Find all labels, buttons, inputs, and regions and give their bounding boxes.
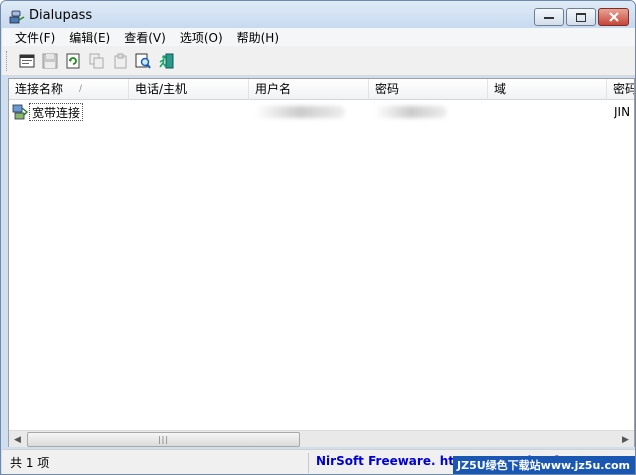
phone-cell bbox=[135, 103, 245, 121]
title-bar[interactable]: Dialupass bbox=[1, 1, 635, 31]
status-divider bbox=[308, 453, 309, 473]
toolbar-grip bbox=[6, 51, 9, 71]
column-label: 密码 bbox=[375, 82, 400, 96]
app-window: Dialupass 文件(F) 编辑(E) 查看(V) 选项(O) 帮助(H) bbox=[0, 0, 636, 475]
sort-ascending-icon: ∕ bbox=[79, 84, 83, 94]
menu-edit[interactable]: 编辑(E) bbox=[62, 29, 117, 46]
close-button[interactable] bbox=[598, 8, 629, 26]
column-phone-host[interactable]: 电话/主机 bbox=[129, 79, 249, 100]
maximize-button[interactable] bbox=[566, 8, 596, 26]
clipboard-icon bbox=[114, 53, 127, 69]
menu-view[interactable]: 查看(V) bbox=[117, 29, 173, 46]
copy-button[interactable] bbox=[88, 52, 106, 70]
menu-bar: 文件(F) 编辑(E) 查看(V) 选项(O) 帮助(H) bbox=[2, 28, 635, 46]
watermark-banner: JZ5U绿色下载站www.jz5u.com bbox=[453, 456, 635, 474]
column-label: 电话/主机 bbox=[135, 82, 188, 96]
menu-help[interactable]: 帮助(H) bbox=[230, 29, 286, 46]
column-username[interactable]: 用户名 bbox=[249, 79, 369, 100]
search-icon bbox=[135, 53, 151, 69]
close-icon bbox=[608, 12, 619, 22]
extra-cell: JIN bbox=[614, 105, 631, 119]
column-header: 连接名称 ∕ 电话/主机 用户名 密码 域 密码 bbox=[9, 79, 634, 100]
redacted-password bbox=[375, 106, 447, 118]
exit-door-icon bbox=[159, 53, 174, 69]
window-title: Dialupass bbox=[29, 8, 93, 23]
refresh-button[interactable] bbox=[64, 52, 82, 70]
window-icon bbox=[19, 54, 35, 68]
toolbar bbox=[2, 46, 635, 76]
properties-button[interactable] bbox=[18, 52, 36, 70]
scroll-right-icon[interactable]: ▶ bbox=[617, 431, 634, 448]
table-row[interactable]: 宽带连接 JIN bbox=[9, 102, 634, 122]
column-label: 用户名 bbox=[255, 82, 292, 96]
refresh-icon bbox=[66, 53, 80, 69]
column-connection-name[interactable]: 连接名称 ∕ bbox=[9, 79, 129, 100]
horizontal-scrollbar[interactable]: ◀ ||| ▶ bbox=[9, 430, 634, 447]
network-connection-icon bbox=[12, 104, 28, 120]
column-domain[interactable]: 域 bbox=[488, 79, 607, 100]
minimize-icon bbox=[544, 17, 554, 19]
scroll-thumb[interactable]: ||| bbox=[27, 432, 300, 447]
column-label: 域 bbox=[494, 82, 507, 96]
save-button[interactable] bbox=[41, 52, 59, 70]
properties-disabled-button[interactable] bbox=[111, 52, 129, 70]
item-count: 共 1 项 bbox=[10, 456, 50, 470]
connection-list[interactable]: 连接名称 ∕ 电话/主机 用户名 密码 域 密码 bbox=[8, 78, 635, 447]
scroll-left-icon[interactable]: ◀ bbox=[9, 431, 26, 448]
column-password[interactable]: 密码 bbox=[369, 79, 488, 100]
find-button[interactable] bbox=[134, 52, 152, 70]
menu-options[interactable]: 选项(O) bbox=[173, 29, 230, 46]
column-label: 连接名称 bbox=[15, 82, 64, 96]
redacted-username bbox=[255, 106, 345, 118]
save-icon bbox=[42, 53, 58, 69]
exit-button[interactable] bbox=[157, 52, 175, 70]
copy-icon bbox=[89, 53, 104, 69]
phone-network-icon bbox=[9, 10, 25, 24]
menu-file[interactable]: 文件(F) bbox=[8, 29, 62, 46]
column-label: 密码 bbox=[613, 82, 634, 96]
minimize-button[interactable] bbox=[534, 8, 564, 26]
column-password-2[interactable]: 密码 bbox=[607, 79, 634, 100]
domain-cell bbox=[494, 103, 604, 121]
connection-name-cell: 宽带连接 bbox=[29, 103, 84, 121]
maximize-icon bbox=[576, 12, 586, 22]
